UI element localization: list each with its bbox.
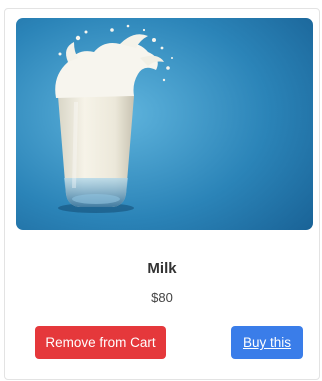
- remove-from-cart-button[interactable]: Remove from Cart: [35, 326, 166, 359]
- product-name: Milk: [147, 260, 177, 277]
- product-image: [16, 18, 313, 230]
- product-card: Milk $80 Remove from Cart Buy this: [4, 8, 320, 380]
- buy-this-button[interactable]: Buy this: [231, 326, 303, 359]
- product-price: $80: [151, 290, 173, 305]
